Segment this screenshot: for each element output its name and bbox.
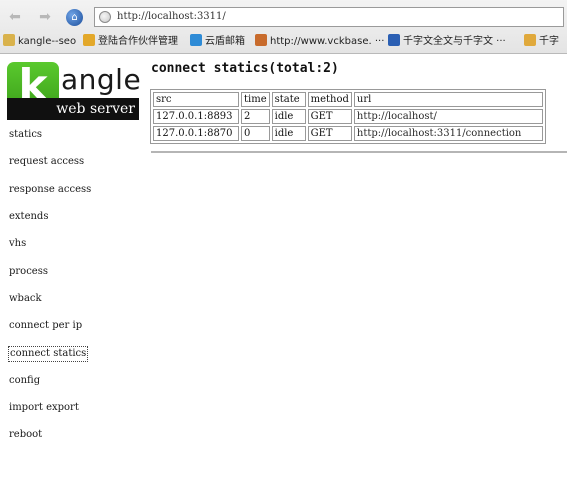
nav-item-request-access[interactable]: request access [8, 155, 85, 171]
star-icon [83, 34, 95, 46]
connection-url-link[interactable]: http://localhost:3311/connection [357, 128, 521, 139]
column-header-src: src [153, 92, 239, 107]
table-cell-method: GET [307, 126, 352, 141]
back-button[interactable]: ⬅ [6, 8, 24, 26]
page-icon [3, 34, 15, 46]
globe-icon [99, 11, 111, 23]
nav-item-reboot[interactable]: reboot [8, 428, 43, 444]
bookmark-label: kangle--seo [18, 36, 77, 47]
bookmark-item[interactable]: 千字文全文与千字文 ··· [388, 32, 506, 52]
table-header-row: src time state method url [153, 92, 543, 107]
bookmark-label: 千字 [539, 36, 559, 47]
home-icon[interactable]: ⌂ [66, 9, 83, 26]
table-cell-state: idle [271, 109, 306, 124]
bookmarks-bar: kangle--seo 登陆合作伙伴管理 云盾邮箱 http://www.vckbas… [0, 32, 567, 52]
nav-item-wback[interactable]: wback [8, 292, 43, 308]
nav-item-process[interactable]: process [8, 265, 49, 281]
nav-item-response-access[interactable]: response access [8, 183, 92, 199]
bookmark-item[interactable]: 千字 [524, 32, 559, 52]
table-row: 127.0.0.1:8870 0 idle GET http://localhost:3… [153, 126, 543, 141]
connections-table: src time state method url 127.0.0.1:8893 2 idle… [150, 89, 546, 144]
page-title: connect statics(total:2) [151, 61, 339, 76]
table-row: 127.0.0.1:8893 2 idle GET http://localhost/ [153, 109, 543, 124]
table-cell-state: idle [271, 126, 306, 141]
connection-url-link[interactable]: http://localhost/ [357, 111, 437, 122]
divider [151, 151, 567, 153]
table-cell-time: 2 [241, 109, 270, 124]
bookmark-item[interactable]: 云盾邮箱 [190, 32, 245, 52]
paw-icon [388, 34, 400, 46]
column-header-time: time [241, 92, 270, 107]
table-cell-src: 127.0.0.1:8870 [153, 126, 239, 141]
bookmark-label: 云盾邮箱 [205, 36, 245, 47]
kangle-logo: k angle web server [7, 62, 142, 122]
column-header-state: state [271, 92, 306, 107]
mail-icon [190, 34, 202, 46]
nav-item-import-export[interactable]: import export [8, 401, 80, 417]
table-cell-time: 0 [241, 126, 270, 141]
nav-item-vhs[interactable]: vhs [8, 237, 27, 253]
logo-subtitle-bar: web server [7, 98, 139, 120]
nav-item-statics[interactable]: statics [8, 128, 43, 144]
table-cell-url: http://localhost/ [353, 109, 543, 124]
table-cell-method: GET [307, 109, 352, 124]
forward-button[interactable]: ➡ [36, 8, 54, 26]
bookmark-label: 登陆合作伙伴管理 [98, 36, 178, 47]
column-header-url: url [353, 92, 543, 107]
url-text[interactable]: http://localhost:3311/ [117, 10, 226, 24]
bookmark-item[interactable]: http://www.vckbase. ··· [255, 32, 384, 52]
column-header-method: method [307, 92, 352, 107]
browser-toolbar: ⬅ ➡ ⌂ http://localhost:3311/ kangle--seo… [0, 0, 567, 54]
bookmark-item[interactable]: 登陆合作伙伴管理 [83, 32, 178, 52]
diamond-icon [255, 34, 267, 46]
bookmark-label: http://www.vckbase. ··· [270, 36, 385, 47]
nav-item-connect-statics[interactable]: connect statics [8, 346, 89, 363]
logo-subtitle: web server [56, 101, 135, 117]
bookmark-item[interactable]: kangle--seo [3, 32, 76, 52]
page-icon [524, 34, 536, 46]
table-cell-src: 127.0.0.1:8893 [153, 109, 239, 124]
address-bar[interactable]: http://localhost:3311/ [94, 7, 564, 27]
bookmark-label: 千字文全文与千字文 ··· [403, 36, 506, 47]
table-cell-url: http://localhost:3311/connection [353, 126, 543, 141]
logo-wordmark: angle [61, 63, 142, 96]
nav-item-config[interactable]: config [8, 374, 41, 390]
nav-item-extends[interactable]: extends [8, 210, 49, 226]
nav-item-connect-per-ip[interactable]: connect per ip [8, 319, 83, 335]
